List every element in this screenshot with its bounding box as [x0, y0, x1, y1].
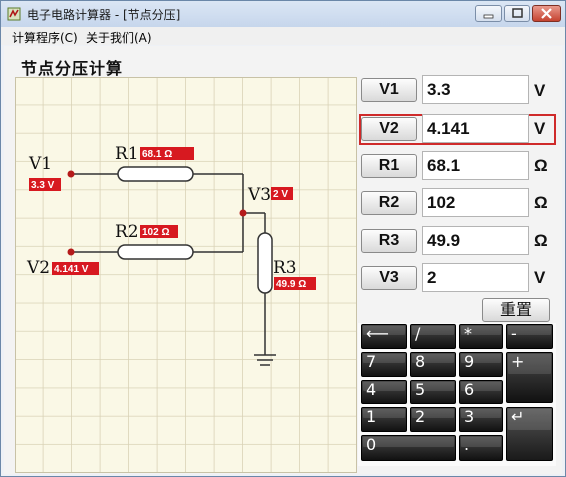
key-plus[interactable]: + [506, 352, 553, 403]
r3-unit: Ω [534, 231, 548, 250]
v1-input[interactable]: 3.3 [422, 75, 529, 104]
resistor-r3 [257, 232, 273, 294]
v2-button[interactable]: V2 [361, 117, 417, 141]
node-v2 [67, 248, 75, 256]
key-divide[interactable]: / [410, 324, 456, 349]
r2-input[interactable]: 102 [422, 188, 529, 217]
v1-unit: V [534, 81, 546, 100]
r3-button[interactable]: R3 [361, 229, 417, 253]
menu-bar: 计算程序(C) 关于我们(A) [1, 27, 565, 45]
key-7[interactable]: 7 [361, 352, 407, 377]
key-dot[interactable]: . [459, 435, 503, 461]
value-r3: 49.9 Ω [276, 279, 306, 290]
key-multiply[interactable]: * [459, 324, 503, 349]
key-0[interactable]: 0 [361, 435, 456, 461]
r1-input[interactable]: 68.1 [422, 151, 529, 180]
label-r3: R3 [273, 258, 297, 278]
r2-unit: Ω [534, 193, 548, 212]
resistor-r2 [117, 244, 194, 260]
keypad: ⟵ / * - 7 8 9 + 4 5 6 1 2 3 ↵ 0 . [358, 323, 556, 466]
key-5[interactable]: 5 [410, 380, 456, 404]
menu-about-us[interactable]: 关于我们(A) [86, 29, 152, 46]
r2-button[interactable]: R2 [361, 191, 417, 215]
label-v1: V1 [28, 154, 52, 174]
key-4[interactable]: 4 [361, 380, 407, 404]
minimize-icon [483, 14, 494, 19]
label-v3: V3 [247, 185, 271, 205]
label-r1: R1 [115, 144, 139, 164]
node-v1 [67, 170, 75, 178]
v3-button[interactable]: V3 [361, 266, 417, 290]
key-1[interactable]: 1 [361, 407, 407, 432]
title-bar: 电子电路计算器 - [节点分压] [1, 1, 565, 27]
key-9[interactable]: 9 [459, 352, 503, 377]
key-2[interactable]: 2 [410, 407, 456, 432]
label-v2: V2 [26, 258, 50, 278]
value-v2: 4.141 V [54, 264, 89, 275]
label-r2: R2 [115, 222, 139, 242]
circuit-diagram: V1 R1 V3 R2 R3 V2 3.3 V 68.1 Ω 2 V 102 Ω… [15, 77, 357, 473]
r3-input[interactable]: 49.9 [422, 226, 529, 255]
window-title: 电子电路计算器 - [节点分压] [27, 8, 181, 22]
reset-button[interactable]: 重置 [482, 298, 550, 322]
value-r2: 102 Ω [142, 227, 169, 238]
key-backspace[interactable]: ⟵ [361, 324, 407, 349]
v3-unit: V [534, 268, 546, 287]
node-v3 [239, 209, 247, 217]
menu-calc-programs[interactable]: 计算程序(C) [12, 29, 78, 46]
key-6[interactable]: 6 [459, 380, 503, 404]
value-v3: 2 V [273, 189, 288, 200]
key-minus[interactable]: - [506, 324, 553, 349]
close-icon [541, 8, 552, 19]
maximize-button[interactable] [504, 5, 530, 22]
page-title: 节点分压计算 [21, 59, 124, 78]
key-3[interactable]: 3 [459, 407, 503, 432]
v1-button[interactable]: V1 [361, 78, 417, 102]
v2-unit: V [534, 119, 546, 138]
app-icon [7, 7, 21, 21]
r1-button[interactable]: R1 [361, 154, 417, 178]
main-panel: 节点分压计算 V1 R1 V3 R2 R3 V2 3.3 V 68.1 Ω 2 … [4, 46, 562, 474]
resistor-r1 [117, 166, 194, 182]
close-button[interactable] [532, 5, 561, 22]
maximize-icon [512, 8, 523, 18]
value-v1: 3.3 V [31, 180, 55, 191]
r1-unit: Ω [534, 156, 548, 175]
minimize-button[interactable] [475, 5, 502, 22]
value-r1: 68.1 Ω [142, 149, 172, 160]
v3-input[interactable]: 2 [422, 263, 529, 292]
key-enter[interactable]: ↵ [506, 407, 553, 461]
app-window: 电子电路计算器 - [节点分压] 计算程序(C) 关于我们(A) 节点分压计算 [0, 0, 566, 477]
v2-input[interactable]: 4.141 [422, 114, 529, 143]
key-8[interactable]: 8 [410, 352, 456, 377]
